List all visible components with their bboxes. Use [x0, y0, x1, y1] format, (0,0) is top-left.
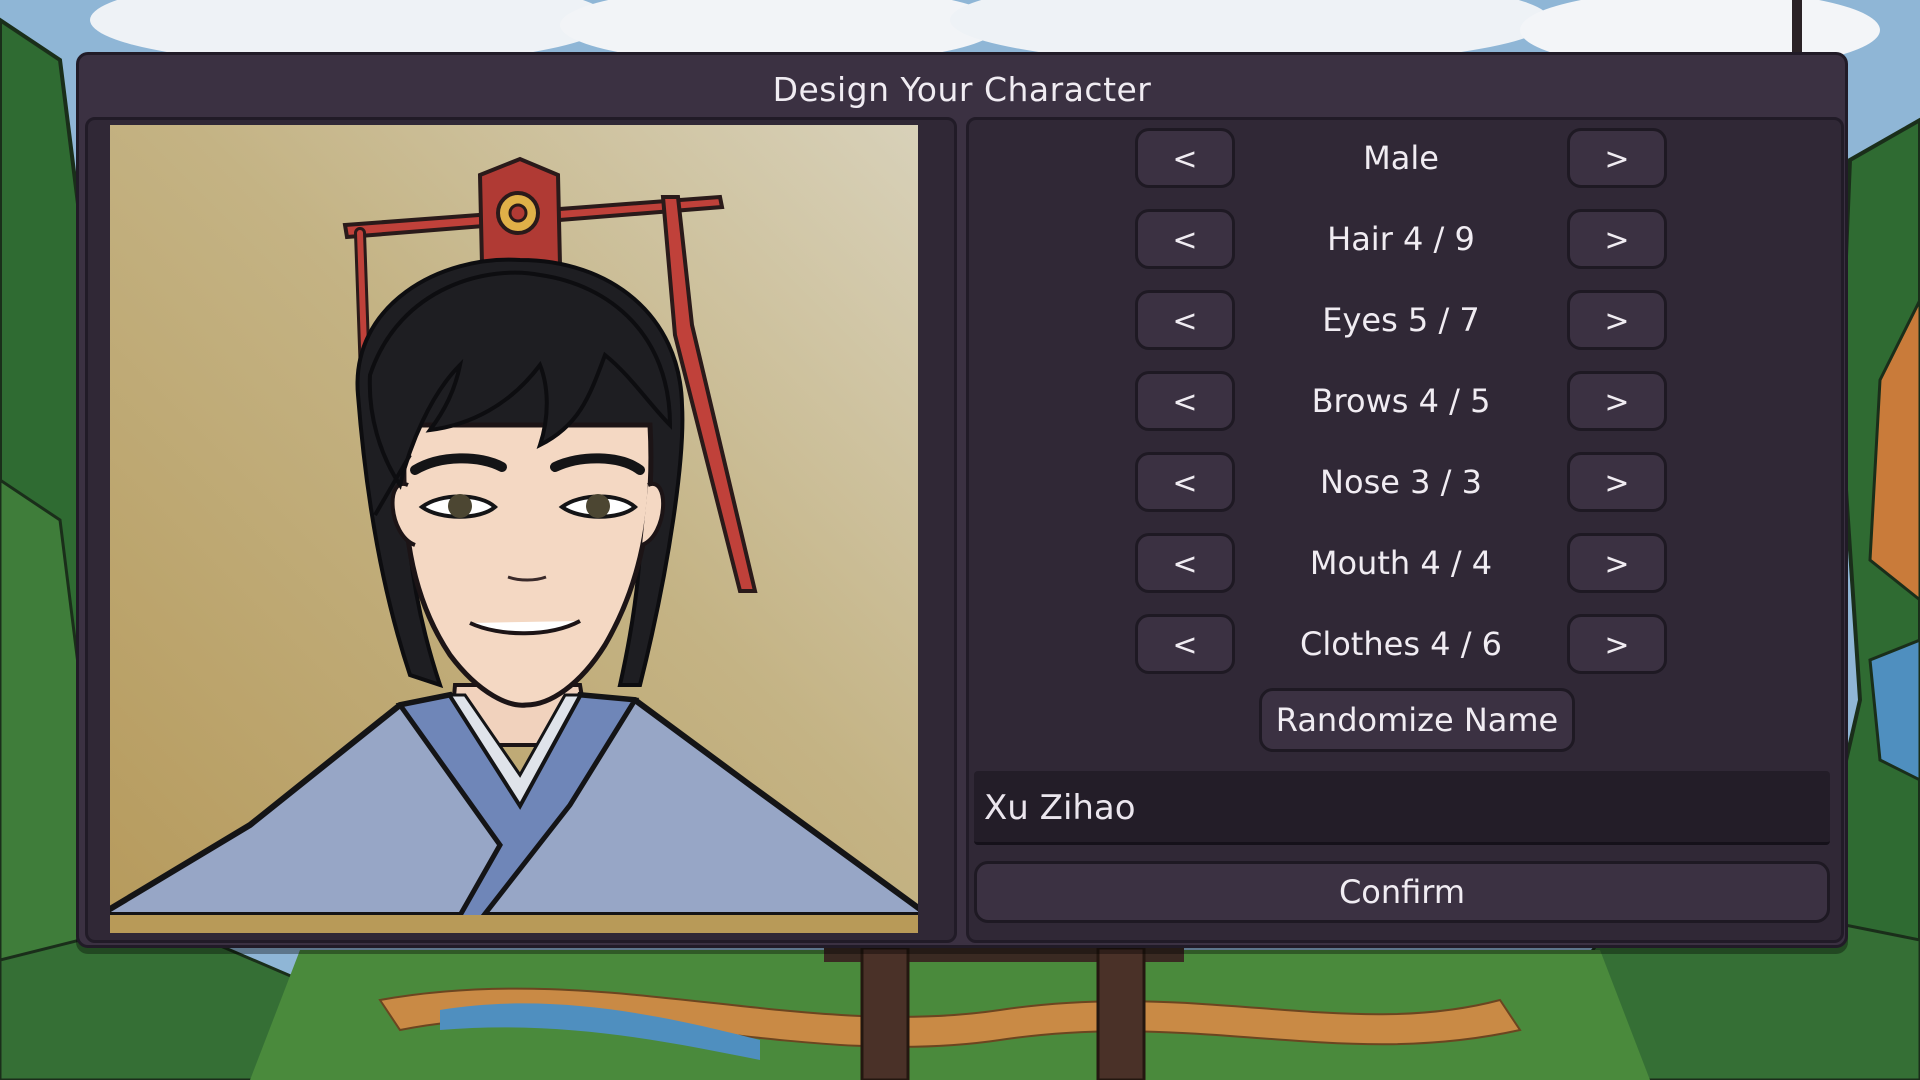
- character-portrait: [110, 125, 918, 933]
- brows-label: Brows 4 / 5: [1311, 382, 1491, 420]
- gender-label: Male: [1363, 139, 1439, 177]
- hair-label: Hair 4 / 9: [1327, 220, 1475, 258]
- mouth-label: Mouth 4 / 4: [1309, 544, 1493, 582]
- hair-prev-button[interactable]: <: [1135, 209, 1235, 269]
- mouth-prev-button[interactable]: <: [1135, 533, 1235, 593]
- option-row-mouth: < Mouth 4 / 4 >: [969, 533, 1841, 599]
- clothes-label: Clothes 4 / 6: [1299, 625, 1502, 663]
- randomize-name-button[interactable]: Randomize Name: [1259, 688, 1575, 752]
- portrait-panel: [85, 117, 957, 943]
- gender-prev-button[interactable]: <: [1135, 128, 1235, 188]
- option-row-brows: < Brows 4 / 5 >: [969, 371, 1841, 437]
- eyes-label: Eyes 5 / 7: [1322, 301, 1480, 339]
- mouth-next-button[interactable]: >: [1567, 533, 1667, 593]
- confirm-button[interactable]: Confirm: [974, 861, 1830, 923]
- nose-next-button[interactable]: >: [1567, 452, 1667, 512]
- nose-label: Nose 3 / 3: [1320, 463, 1482, 501]
- option-row-nose: < Nose 3 / 3 >: [969, 452, 1841, 518]
- dialog-title: Design Your Character: [772, 70, 1152, 109]
- clothes-next-button[interactable]: >: [1567, 614, 1667, 674]
- character-creation-dialog: Design Your Character < Male > < Hair 4 …: [76, 52, 1848, 948]
- eyes-prev-button[interactable]: <: [1135, 290, 1235, 350]
- brows-next-button[interactable]: >: [1567, 371, 1667, 431]
- brows-prev-button[interactable]: <: [1135, 371, 1235, 431]
- hair-next-button[interactable]: >: [1567, 209, 1667, 269]
- options-panel: < Male > < Hair 4 / 9 > < Eyes 5 / 7 > <…: [966, 117, 1844, 943]
- option-row-eyes: < Eyes 5 / 7 >: [969, 290, 1841, 356]
- gender-next-button[interactable]: >: [1567, 128, 1667, 188]
- character-name-input[interactable]: Xu Zihao: [974, 771, 1830, 845]
- clothes-prev-button[interactable]: <: [1135, 614, 1235, 674]
- option-row-gender: < Male >: [969, 128, 1841, 194]
- option-row-clothes: < Clothes 4 / 6 >: [969, 614, 1841, 680]
- eyes-next-button[interactable]: >: [1567, 290, 1667, 350]
- nose-prev-button[interactable]: <: [1135, 452, 1235, 512]
- option-row-hair: < Hair 4 / 9 >: [969, 209, 1841, 275]
